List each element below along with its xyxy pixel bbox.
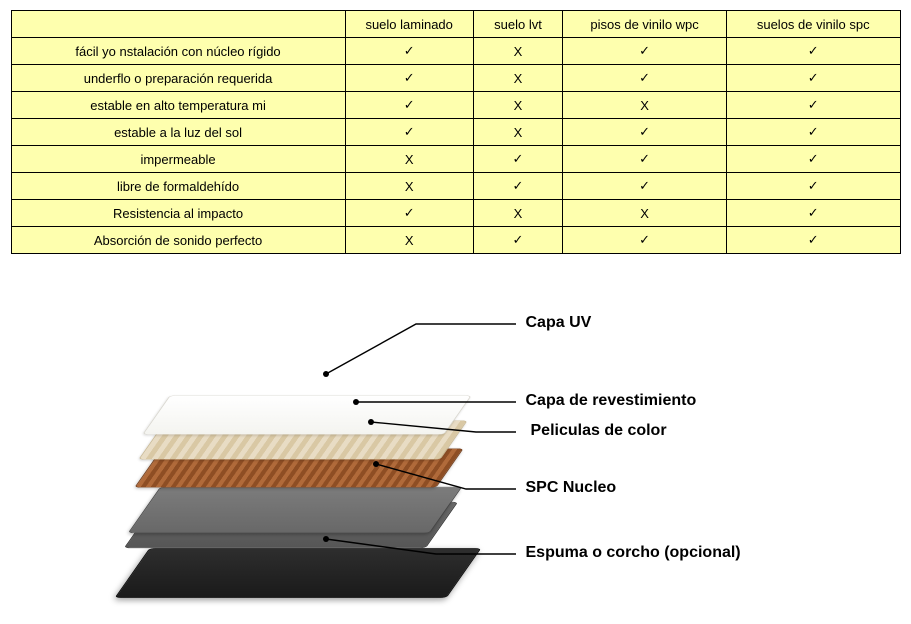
cell-value: X	[563, 200, 727, 227]
header-wpc: pisos de vinilo wpc	[563, 11, 727, 38]
cell-value: X	[563, 92, 727, 119]
cell-value: ✓	[563, 119, 727, 146]
cell-value: ✓	[563, 146, 727, 173]
cell-value: ✓	[726, 200, 900, 227]
table-row: estable a la luz del sol✓X✓✓	[11, 119, 900, 146]
label-core: SPC Nucleo	[526, 479, 617, 497]
callout-lines-icon	[76, 294, 836, 614]
cell-value: ✓	[726, 146, 900, 173]
comparison-table: suelo laminado suelo lvt pisos de vinilo…	[11, 10, 901, 254]
cell-value: ✓	[726, 38, 900, 65]
header-laminado: suelo laminado	[345, 11, 473, 38]
cell-value: ✓	[345, 38, 473, 65]
label-wear: Capa de revestimiento	[526, 392, 697, 410]
table-row: libre de formaldehídoX✓✓✓	[11, 173, 900, 200]
cell-value: X	[473, 92, 562, 119]
cell-value: ✓	[726, 119, 900, 146]
row-label: libre de formaldehído	[11, 173, 345, 200]
cell-value: ✓	[563, 38, 727, 65]
table-body: fácil yo nstalación con núcleo rígido✓X✓…	[11, 38, 900, 254]
cell-value: ✓	[345, 119, 473, 146]
cell-value: X	[345, 173, 473, 200]
cell-value: ✓	[726, 227, 900, 254]
cell-value: ✓	[726, 65, 900, 92]
cell-value: X	[473, 119, 562, 146]
table-row: impermeableX✓✓✓	[11, 146, 900, 173]
row-label: fácil yo nstalación con núcleo rígido	[11, 38, 345, 65]
cell-value: X	[473, 65, 562, 92]
layer-diagram: Capa UV Capa de revestimiento Peliculas …	[76, 294, 836, 614]
cell-value: ✓	[726, 173, 900, 200]
row-label: Resistencia al impacto	[11, 200, 345, 227]
cell-value: ✓	[563, 227, 727, 254]
cell-value: ✓	[563, 173, 727, 200]
row-label: underflo o preparación requerida	[11, 65, 345, 92]
table-row: underflo o preparación requerida✓X✓✓	[11, 65, 900, 92]
row-label: estable en alto temperatura mi	[11, 92, 345, 119]
cell-value: ✓	[345, 200, 473, 227]
header-lvt: suelo lvt	[473, 11, 562, 38]
cell-value: X	[473, 200, 562, 227]
cell-value: ✓	[345, 65, 473, 92]
cell-value: X	[345, 146, 473, 173]
table-row: Absorción de sonido perfectoX✓✓✓	[11, 227, 900, 254]
cell-value: X	[345, 227, 473, 254]
cell-value: ✓	[473, 227, 562, 254]
table-row: Resistencia al impacto✓XX✓	[11, 200, 900, 227]
cell-value: ✓	[345, 92, 473, 119]
cell-value: ✓	[563, 65, 727, 92]
header-spc: suelos de vinilo spc	[726, 11, 900, 38]
table-row: fácil yo nstalación con núcleo rígido✓X✓…	[11, 38, 900, 65]
header-blank	[11, 11, 345, 38]
label-uv: Capa UV	[526, 314, 592, 332]
cell-value: ✓	[726, 92, 900, 119]
row-label: Absorción de sonido perfecto	[11, 227, 345, 254]
label-color: Peliculas de color	[531, 422, 667, 440]
cell-value: ✓	[473, 146, 562, 173]
label-foam: Espuma o corcho (opcional)	[526, 544, 741, 562]
row-label: estable a la luz del sol	[11, 119, 345, 146]
cell-value: X	[473, 38, 562, 65]
row-label: impermeable	[11, 146, 345, 173]
table-header-row: suelo laminado suelo lvt pisos de vinilo…	[11, 11, 900, 38]
cell-value: ✓	[473, 173, 562, 200]
table-row: estable en alto temperatura mi✓XX✓	[11, 92, 900, 119]
